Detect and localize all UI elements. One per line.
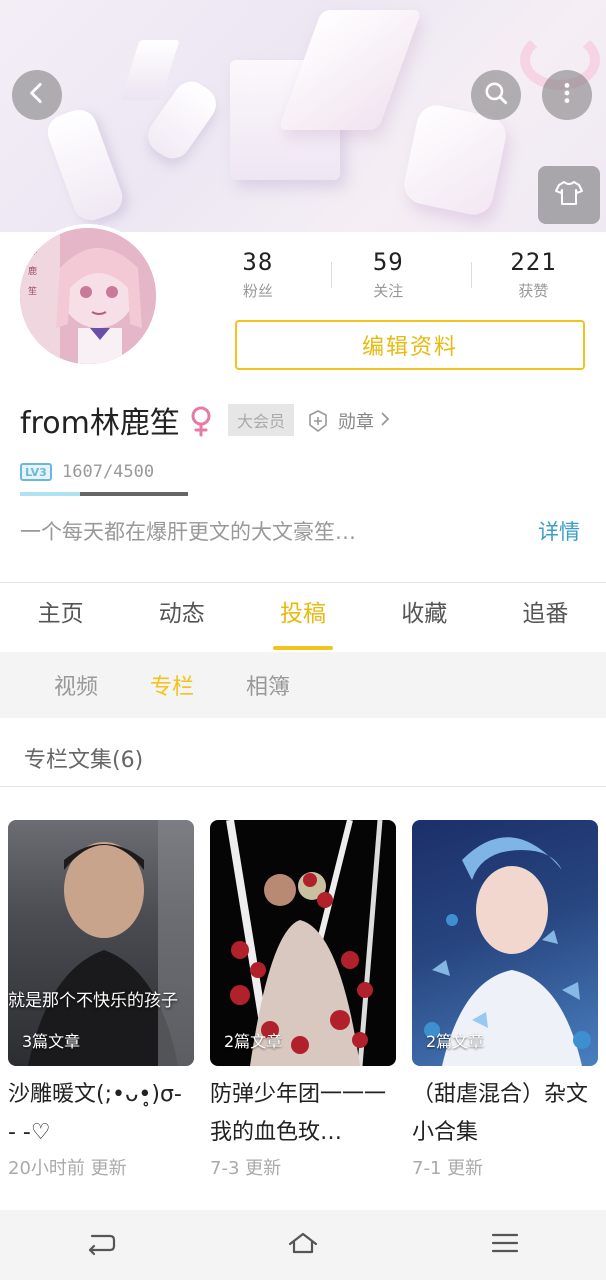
- back-icon: [24, 80, 50, 110]
- female-icon: [186, 404, 216, 438]
- profile-page: 林 鹿 笙 38 粉丝 59 关注 221 获赞 编辑资料 from林鹿笙 大会…: [0, 0, 606, 1280]
- divider: [470, 262, 472, 288]
- nav-menu-button[interactable]: [488, 1228, 522, 1262]
- stat-value: 38: [242, 248, 274, 276]
- collection-card[interactable]: 就是那个不快乐的孩子 3篇文章 沙雕暖文(;•ᴗ•̥)σ- - -♡ 20小时前…: [8, 820, 194, 1180]
- more-vertical-icon: [554, 80, 580, 110]
- level-row: LV3 1607/4500: [20, 462, 154, 482]
- collection-title-text: 防弹少年团一一一我的血色玫…: [210, 1082, 387, 1145]
- collection-card[interactable]: 2篇文章 防弹少年团一一一我的血色玫… 7-3 更新: [210, 820, 396, 1180]
- stat-likes[interactable]: 221 获赞: [461, 248, 606, 301]
- svg-text:笙: 笙: [28, 285, 37, 297]
- bio-text: 一个每天都在爆肝更文的大文豪笙…: [20, 520, 356, 544]
- nav-home-button[interactable]: [286, 1228, 320, 1262]
- divider: [0, 582, 606, 583]
- stat-value: 59: [372, 248, 404, 276]
- back-arrow-icon: [88, 1234, 116, 1256]
- vip-badge[interactable]: 大会员: [228, 404, 294, 436]
- profile-stats: 38 粉丝 59 关注 221 获赞: [200, 248, 606, 301]
- skin-button[interactable]: [538, 166, 600, 224]
- update-time: 20小时前 更新: [8, 1158, 127, 1179]
- tab-anime[interactable]: 追番: [485, 584, 606, 652]
- svg-text:林: 林: [28, 245, 37, 257]
- collection-card[interactable]: 2篇文章 （甜虐混合）杂文小合集 7-1 更新: [412, 820, 598, 1180]
- stat-following[interactable]: 59 关注: [316, 248, 461, 301]
- article-count: 2篇文章: [224, 1032, 283, 1051]
- update-time: 7-3 更新: [210, 1158, 282, 1179]
- subtab-video[interactable]: 视频: [54, 669, 98, 701]
- article-count: 3篇文章: [22, 1032, 81, 1051]
- medal-icon: [306, 409, 330, 433]
- stat-label: 获赞: [518, 282, 549, 300]
- nav-back-button[interactable]: [84, 1228, 118, 1262]
- divider: [0, 786, 606, 787]
- subtab-album[interactable]: 相簿: [246, 669, 290, 701]
- more-button[interactable]: [542, 70, 592, 120]
- collection-cover: 2篇文章: [210, 820, 396, 1066]
- exp-progress-fill: [20, 492, 80, 496]
- profile-tabs: 主页 动态 投稿 收藏 追番: [0, 584, 606, 652]
- username: from林鹿笙: [20, 406, 180, 441]
- tab-dynamics[interactable]: 动态: [121, 584, 242, 652]
- medal-link[interactable]: 勋章: [306, 408, 390, 434]
- profile-banner: [0, 0, 606, 232]
- cover-caption: 就是那个不快乐的孩子: [8, 991, 178, 1011]
- exp-progress-bar: [20, 492, 188, 496]
- divider: [330, 262, 332, 288]
- detail-link[interactable]: 详情: [538, 516, 580, 546]
- tab-favorites[interactable]: 收藏: [364, 584, 485, 652]
- stat-fans[interactable]: 38 粉丝: [200, 248, 316, 301]
- article-count: 2篇文章: [426, 1032, 485, 1051]
- stat-label: 粉丝: [242, 282, 273, 300]
- stat-label: 关注: [373, 282, 404, 300]
- collection-cover: 2篇文章: [412, 820, 598, 1066]
- update-time: 7-1 更新: [412, 1158, 484, 1179]
- edit-profile-button[interactable]: 编辑资料: [235, 320, 585, 370]
- back-button[interactable]: [12, 70, 62, 120]
- subtab-column[interactable]: 专栏: [150, 669, 194, 701]
- tshirt-icon: [553, 177, 585, 213]
- search-icon: [483, 80, 509, 110]
- level-badge: LV3: [20, 463, 52, 481]
- home-icon: [288, 1232, 318, 1254]
- exp-text: 1607/4500: [62, 462, 155, 482]
- collection-cover: 就是那个不快乐的孩子 3篇文章: [8, 820, 194, 1066]
- svg-text:鹿: 鹿: [28, 265, 37, 277]
- search-button[interactable]: [471, 70, 521, 120]
- submission-subtabs: 视频 专栏 相簿: [0, 652, 606, 718]
- avatar[interactable]: 林 鹿 笙: [16, 224, 160, 368]
- system-nav-bar: [0, 1210, 606, 1280]
- tab-home[interactable]: 主页: [0, 584, 121, 652]
- collection-title-text: （甜虐混合）杂文小合集: [412, 1082, 589, 1145]
- medal-label: 勋章: [338, 412, 374, 433]
- menu-icon: [491, 1233, 519, 1253]
- stat-value: 221: [510, 248, 557, 276]
- collection-title: 专栏文集(6): [24, 748, 144, 773]
- collection-title-text: 沙雕暖文(;•ᴗ•̥)σ- - -♡: [8, 1082, 182, 1145]
- tab-submissions[interactable]: 投稿: [242, 584, 363, 652]
- chevron-right-icon: [380, 411, 390, 432]
